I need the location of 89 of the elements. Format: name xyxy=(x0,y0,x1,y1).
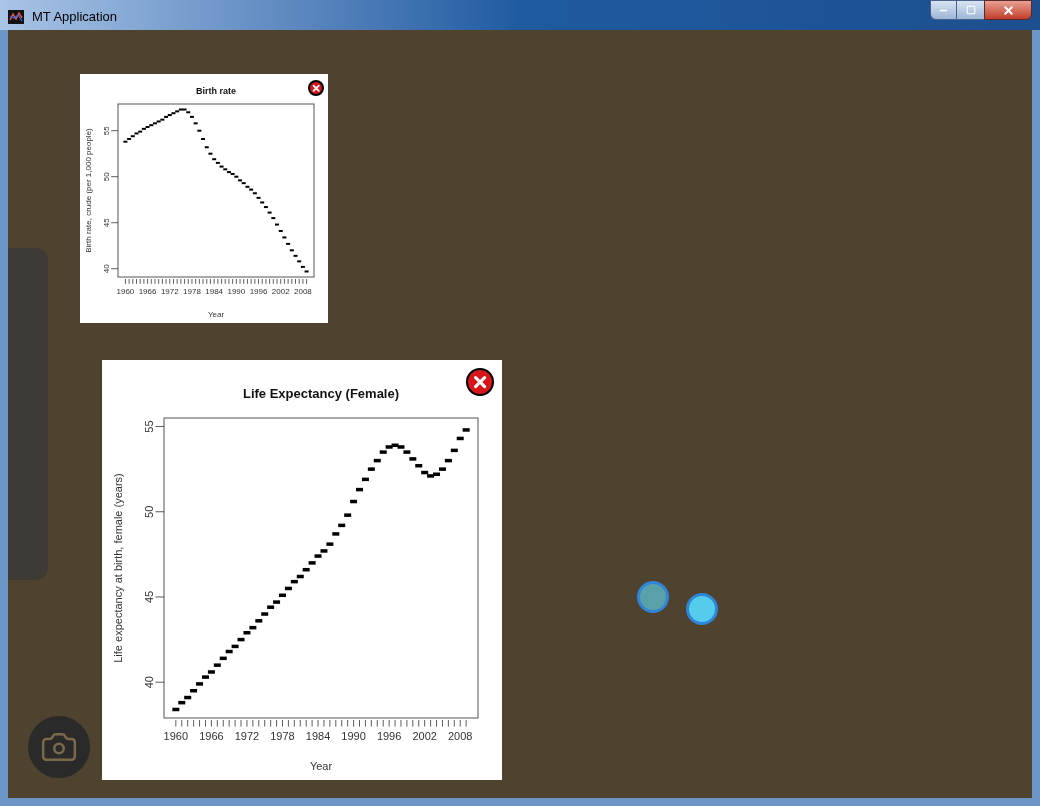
y-tick-label: 40 xyxy=(102,264,112,274)
x-tick-label: 1990 xyxy=(341,729,366,742)
data-point xyxy=(361,477,369,482)
data-point xyxy=(409,457,417,461)
chart-title: Life Expectancy (Female) xyxy=(242,386,400,401)
data-point xyxy=(297,260,302,263)
data-point xyxy=(279,593,286,597)
y-tick-label: 45 xyxy=(143,590,156,604)
close-button[interactable] xyxy=(466,368,494,396)
data-point xyxy=(367,467,375,471)
data-point xyxy=(172,707,180,712)
data-point xyxy=(261,612,269,616)
data-point xyxy=(326,542,334,546)
x-tick-label: 1984 xyxy=(205,286,224,296)
x-tick-label: 1960 xyxy=(116,286,135,296)
x-tick-label: 2008 xyxy=(294,286,312,296)
data-point xyxy=(286,242,291,245)
map-marker[interactable] xyxy=(637,581,669,613)
x-tick-label: 1990 xyxy=(227,286,246,296)
data-point xyxy=(271,217,276,220)
close-icon xyxy=(310,82,322,94)
data-point xyxy=(338,523,346,528)
data-point xyxy=(219,656,227,661)
x-tick-label: 1984 xyxy=(305,729,331,742)
x-tick-label: 1972 xyxy=(234,729,260,742)
data-point xyxy=(350,499,358,504)
x-tick-label: 2002 xyxy=(412,729,437,742)
close-button[interactable] xyxy=(308,80,324,96)
data-point xyxy=(190,689,198,693)
data-point xyxy=(193,122,198,125)
x-tick-label: 1978 xyxy=(183,286,201,296)
y-axis-label: Birth rate, crude (per 1,000 people) xyxy=(84,128,93,253)
data-point xyxy=(282,236,287,239)
data-point xyxy=(462,428,470,432)
data-point xyxy=(344,513,352,517)
data-point xyxy=(450,448,458,453)
data-point xyxy=(263,206,268,209)
x-axis-label: Year xyxy=(309,760,333,772)
maximize-icon xyxy=(965,5,976,15)
x-tick-label: 1966 xyxy=(138,286,157,296)
data-point xyxy=(213,663,221,667)
data-point xyxy=(289,249,294,252)
x-tick-label: 2008 xyxy=(448,729,473,742)
y-tick-label: 50 xyxy=(102,172,112,182)
data-point xyxy=(444,458,452,463)
x-tick-label: 1978 xyxy=(270,729,295,742)
y-tick-label: 45 xyxy=(102,218,112,228)
data-point xyxy=(302,567,310,572)
data-point xyxy=(415,464,423,468)
app-icon xyxy=(8,9,24,24)
data-point xyxy=(373,458,381,463)
x-tick-label: 1972 xyxy=(160,286,179,296)
y-axis-label: Life expectancy at birth, female (years) xyxy=(112,473,124,663)
drawer-handle[interactable] xyxy=(8,248,48,580)
data-point xyxy=(237,637,245,642)
data-point xyxy=(332,532,340,536)
data-point xyxy=(456,436,464,441)
maximize-button[interactable] xyxy=(957,0,984,20)
x-tick-label: 1996 xyxy=(376,729,402,742)
data-point xyxy=(260,201,265,204)
map-marker[interactable] xyxy=(686,593,718,625)
y-tick-label: 40 xyxy=(143,676,156,689)
x-tick-label: 1996 xyxy=(249,286,268,296)
window-title: MT Application xyxy=(32,8,118,26)
data-point xyxy=(255,619,263,623)
data-point xyxy=(284,586,292,591)
minimize-button[interactable] xyxy=(930,0,957,20)
close-icon xyxy=(1001,3,1015,17)
y-tick-label: 50 xyxy=(143,505,156,518)
x-tick-label: 1966 xyxy=(199,729,224,742)
y-tick-label: 55 xyxy=(102,126,112,136)
data-point xyxy=(208,152,213,155)
y-tick-label: 55 xyxy=(143,420,156,433)
data-point xyxy=(204,146,209,149)
data-point xyxy=(308,561,316,565)
data-point xyxy=(300,265,305,268)
data-point xyxy=(304,270,309,273)
data-point xyxy=(267,211,272,214)
data-point xyxy=(293,254,298,257)
close-window-button[interactable] xyxy=(984,0,1032,20)
x-tick-label: 1960 xyxy=(163,729,189,742)
x-tick-label: 2002 xyxy=(271,286,290,296)
data-point xyxy=(275,223,279,226)
data-point xyxy=(356,487,363,492)
data-point xyxy=(201,137,206,140)
data-point xyxy=(197,129,202,132)
data-point xyxy=(196,682,204,686)
x-axis-label: Year xyxy=(207,310,225,319)
chart-title: Birth rate xyxy=(196,86,236,96)
